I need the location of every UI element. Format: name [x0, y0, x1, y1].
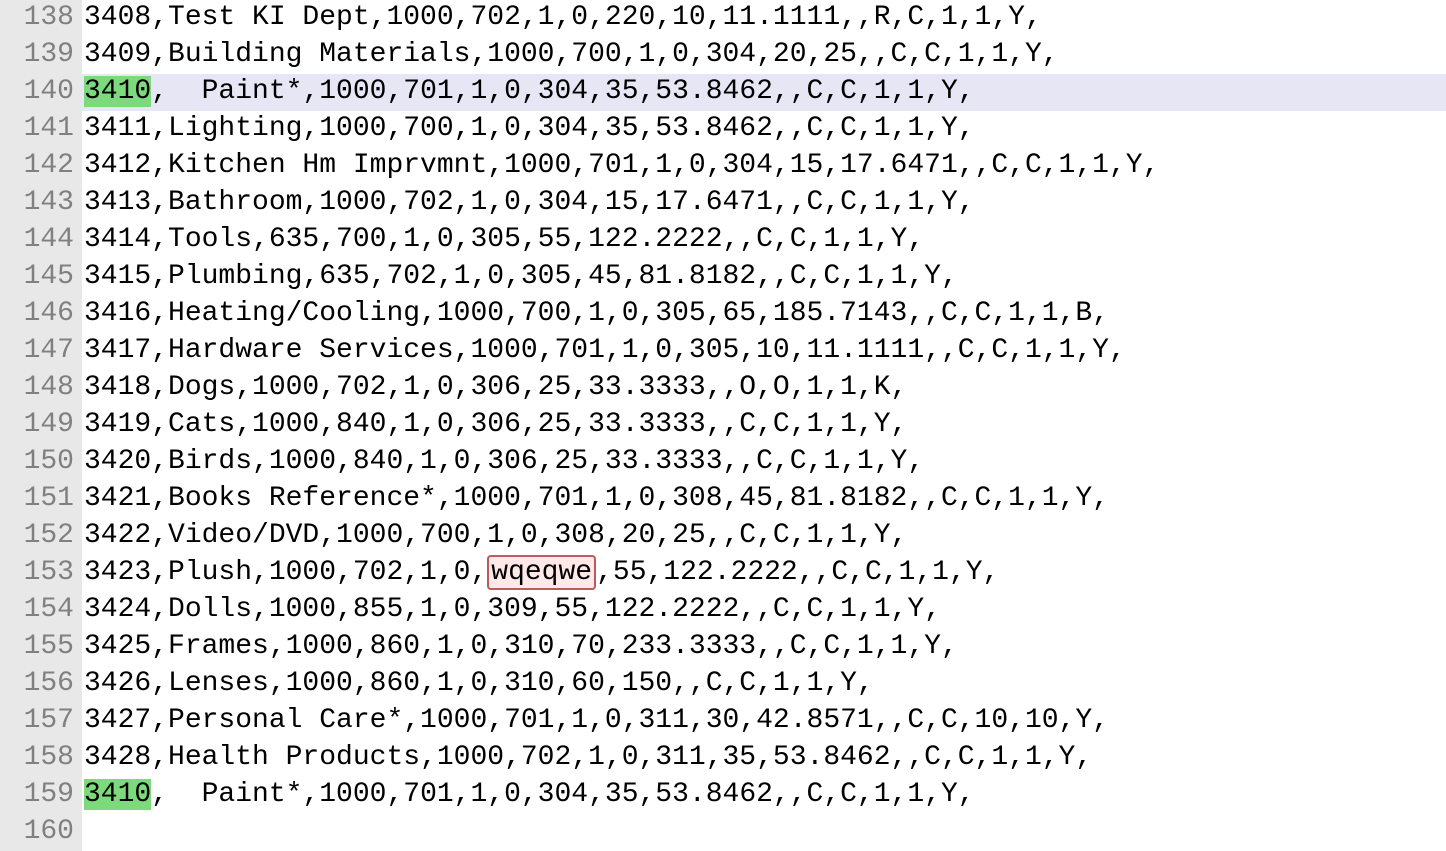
search-match: 3410 [84, 779, 151, 810]
line-content[interactable]: 3421,Books Reference*,1000,701,1,0,308,4… [82, 481, 1446, 518]
line-number: 152 [0, 518, 82, 555]
line-content[interactable]: 3410, Paint*,1000,701,1,0,304,35,53.8462… [82, 777, 1446, 814]
code-line[interactable]: 1473417,Hardware Services,1000,701,1,0,3… [0, 333, 1446, 370]
code-line[interactable]: 1533423,Plush,1000,702,1,0,wqeqwe,55,122… [0, 555, 1446, 592]
line-number: 156 [0, 666, 82, 703]
line-content[interactable]: 3417,Hardware Services,1000,701,1,0,305,… [82, 333, 1446, 370]
line-content[interactable]: 3418,Dogs,1000,702,1,0,306,25,33.3333,,O… [82, 370, 1446, 407]
code-line[interactable]: 1433413,Bathroom,1000,702,1,0,304,15,17.… [0, 185, 1446, 222]
code-line[interactable]: 1503420,Birds,1000,840,1,0,306,25,33.333… [0, 444, 1446, 481]
line-content[interactable]: 3412,Kitchen Hm Imprvmnt,1000,701,1,0,30… [82, 148, 1446, 185]
line-number: 160 [0, 814, 82, 851]
code-line[interactable]: 1513421,Books Reference*,1000,701,1,0,30… [0, 481, 1446, 518]
code-line[interactable]: 1573427,Personal Care*,1000,701,1,0,311,… [0, 703, 1446, 740]
line-number: 145 [0, 259, 82, 296]
line-number: 141 [0, 111, 82, 148]
code-editor[interactable]: 1383408,Test KI Dept,1000,702,1,0,220,10… [0, 0, 1446, 851]
line-number: 144 [0, 222, 82, 259]
line-content[interactable]: 3409,Building Materials,1000,700,1,0,304… [82, 37, 1446, 74]
line-content[interactable]: 3419,Cats,1000,840,1,0,306,25,33.3333,,C… [82, 407, 1446, 444]
line-number: 150 [0, 444, 82, 481]
line-number: 157 [0, 703, 82, 740]
code-line[interactable]: 1423412,Kitchen Hm Imprvmnt,1000,701,1,0… [0, 148, 1446, 185]
line-content[interactable]: 3423,Plush,1000,702,1,0,wqeqwe,55,122.22… [82, 555, 1446, 592]
line-content[interactable]: 3424,Dolls,1000,855,1,0,309,55,122.2222,… [82, 592, 1446, 629]
code-line[interactable]: 1393409,Building Materials,1000,700,1,0,… [0, 37, 1446, 74]
line-content[interactable]: 3413,Bathroom,1000,702,1,0,304,15,17.647… [82, 185, 1446, 222]
line-number: 139 [0, 37, 82, 74]
line-number: 146 [0, 296, 82, 333]
line-number: 149 [0, 407, 82, 444]
line-content[interactable]: 3426,Lenses,1000,860,1,0,310,60,150,,C,C… [82, 666, 1446, 703]
line-number: 143 [0, 185, 82, 222]
error-match: wqeqwe [487, 555, 596, 590]
line-number: 159 [0, 777, 82, 814]
code-line[interactable]: 1543424,Dolls,1000,855,1,0,309,55,122.22… [0, 592, 1446, 629]
code-line[interactable]: 1593410, Paint*,1000,701,1,0,304,35,53.8… [0, 777, 1446, 814]
code-line[interactable]: 1413411,Lighting,1000,700,1,0,304,35,53.… [0, 111, 1446, 148]
code-line[interactable]: 1453415,Plumbing,635,702,1,0,305,45,81.8… [0, 259, 1446, 296]
code-line[interactable]: 1403410, Paint*,1000,701,1,0,304,35,53.8… [0, 74, 1446, 111]
code-line[interactable]: 1493419,Cats,1000,840,1,0,306,25,33.3333… [0, 407, 1446, 444]
line-number: 158 [0, 740, 82, 777]
line-content[interactable]: 3410, Paint*,1000,701,1,0,304,35,53.8462… [82, 74, 1446, 111]
code-line[interactable]: 1463416,Heating/Cooling,1000,700,1,0,305… [0, 296, 1446, 333]
line-content[interactable]: 3411,Lighting,1000,700,1,0,304,35,53.846… [82, 111, 1446, 148]
code-line[interactable]: 1483418,Dogs,1000,702,1,0,306,25,33.3333… [0, 370, 1446, 407]
search-match: 3410 [84, 76, 151, 107]
line-content[interactable]: 3422,Video/DVD,1000,700,1,0,308,20,25,,C… [82, 518, 1446, 555]
code-line[interactable]: 1583428,Health Products,1000,702,1,0,311… [0, 740, 1446, 777]
line-number: 138 [0, 0, 82, 37]
code-line[interactable]: 1383408,Test KI Dept,1000,702,1,0,220,10… [0, 0, 1446, 37]
code-line[interactable]: 1563426,Lenses,1000,860,1,0,310,60,150,,… [0, 666, 1446, 703]
line-number: 151 [0, 481, 82, 518]
line-content[interactable]: 3420,Birds,1000,840,1,0,306,25,33.3333,,… [82, 444, 1446, 481]
code-line[interactable]: 1523422,Video/DVD,1000,700,1,0,308,20,25… [0, 518, 1446, 555]
line-number: 154 [0, 592, 82, 629]
line-content[interactable]: 3414,Tools,635,700,1,0,305,55,122.2222,,… [82, 222, 1446, 259]
code-line[interactable]: 1443414,Tools,635,700,1,0,305,55,122.222… [0, 222, 1446, 259]
line-content[interactable]: 3415,Plumbing,635,702,1,0,305,45,81.8182… [82, 259, 1446, 296]
line-content[interactable]: 3425,Frames,1000,860,1,0,310,70,233.3333… [82, 629, 1446, 666]
line-content[interactable]: 3428,Health Products,1000,702,1,0,311,35… [82, 740, 1446, 777]
line-number: 148 [0, 370, 82, 407]
line-number: 147 [0, 333, 82, 370]
line-number: 142 [0, 148, 82, 185]
code-line[interactable]: 1553425,Frames,1000,860,1,0,310,70,233.3… [0, 629, 1446, 666]
line-number: 155 [0, 629, 82, 666]
line-number: 153 [0, 555, 82, 592]
line-content[interactable]: 3408,Test KI Dept,1000,702,1,0,220,10,11… [82, 0, 1446, 37]
line-content[interactable]: 3427,Personal Care*,1000,701,1,0,311,30,… [82, 703, 1446, 740]
line-content[interactable]: 3416,Heating/Cooling,1000,700,1,0,305,65… [82, 296, 1446, 333]
line-number: 140 [0, 74, 82, 111]
